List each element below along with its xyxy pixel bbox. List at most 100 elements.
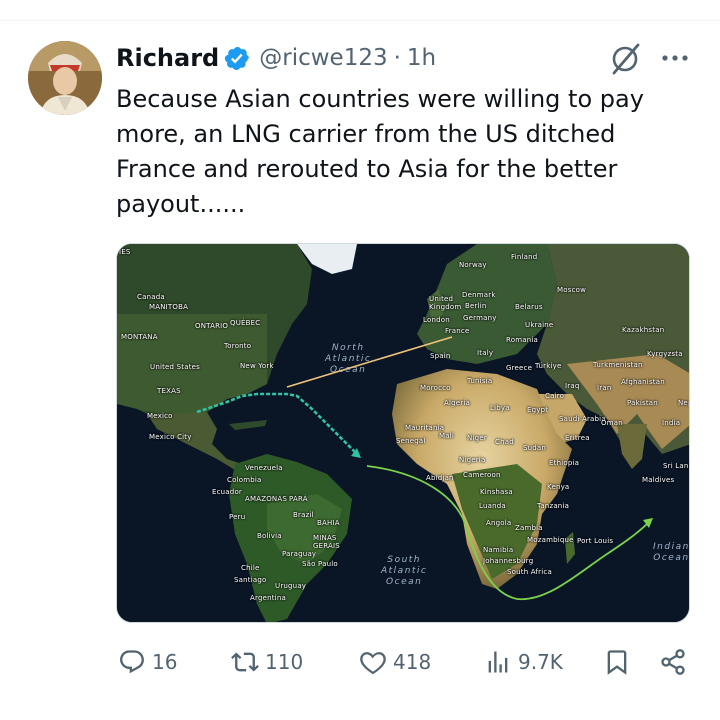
views-count: 9.7K [518, 650, 563, 674]
tweet[interactable]: Richard @ricwe123 · 1h Because Asian cou… [0, 0, 720, 720]
map-label: Denmark [462, 291, 496, 299]
map-label: Türkiye [535, 362, 562, 370]
map-label: Romania [506, 336, 539, 344]
map-label: Kazakhstan [622, 326, 665, 334]
share-button[interactable] [659, 648, 687, 676]
map-label: Ecuador [212, 488, 243, 496]
map-label: Uruguay [275, 582, 307, 590]
map-label: QUÉBEC [230, 319, 261, 327]
map-label: Cairo [545, 392, 565, 400]
tweet-media-map[interactable]: IES Canada MANITOBA ONTARIO QUÉBEC MONTA… [116, 243, 690, 623]
map-label: Oman [601, 419, 623, 427]
map-label: Moscow [557, 286, 587, 294]
map-label: India [662, 419, 681, 427]
map-label: Chile [241, 564, 260, 572]
map-label: BAHIA [317, 519, 340, 527]
map-label: Afghanistan [621, 378, 665, 386]
map-label: Spain [430, 352, 451, 360]
bookmark-button[interactable] [603, 648, 631, 676]
reply-button[interactable]: 16 [118, 648, 177, 676]
views-icon [484, 648, 512, 676]
map-label: Turkmenistan [593, 361, 643, 369]
bookmark-icon [603, 648, 631, 676]
map-ocean-label: Indian Ocean [653, 542, 690, 563]
map-label: MANITOBA [149, 303, 189, 311]
map-ocean-label: South Atlantic Ocean [381, 555, 428, 587]
reply-count: 16 [152, 650, 178, 674]
map-label: Greece [506, 364, 533, 372]
like-button[interactable]: 418 [359, 648, 431, 676]
map-label: Namibia [483, 546, 514, 554]
share-icon [659, 648, 687, 676]
map-label: Libya [490, 404, 510, 412]
map-label: Venezuela [245, 464, 283, 472]
map-label: Finland [511, 253, 538, 261]
map-label: Port Louis [577, 537, 614, 545]
map-label: Egypt [527, 406, 549, 414]
map-label: Morocco [420, 384, 451, 392]
map-label: Ethiopia [549, 459, 580, 467]
map-label: Nep [678, 399, 689, 407]
map-label: Kinshasa [480, 488, 513, 496]
map-label: Senegal [396, 437, 426, 445]
map-label: Belarus [515, 303, 543, 311]
map-label: AMAZONAS [245, 495, 287, 503]
map-label: ONTARIO [195, 322, 229, 330]
retweet-button[interactable]: 110 [231, 648, 303, 676]
avatar[interactable] [28, 41, 102, 115]
map-label: TEXAS [157, 387, 181, 395]
like-icon [359, 648, 387, 676]
map-label: Johannesburg [483, 557, 534, 565]
timestamp[interactable]: 1h [407, 45, 436, 71]
map-label: United States [150, 363, 201, 371]
map-label: Cameroon [463, 471, 501, 479]
map-label: Sudan [523, 444, 547, 452]
separator-dot: · [393, 45, 401, 71]
map-label: Peru [229, 513, 246, 521]
map-label: Iran [597, 384, 612, 392]
map-label: Abidjan [426, 474, 454, 482]
map-label: Argentina [250, 594, 286, 602]
more-icon[interactable] [658, 46, 692, 70]
retweet-icon [231, 648, 259, 676]
map-label: Mexico City [149, 433, 192, 441]
divider [0, 20, 720, 21]
map-label: United Kingdom [429, 295, 462, 311]
map-label: Saudi Arabia [559, 415, 606, 423]
map-label: Norway [459, 261, 487, 269]
map-label: France [445, 327, 470, 335]
grok-icon[interactable] [608, 40, 642, 76]
map-label: Niger [467, 434, 487, 442]
views-button[interactable]: 9.7K [484, 648, 563, 676]
reply-icon [118, 648, 146, 676]
map-ocean-label: North Atlantic Ocean [325, 343, 372, 375]
map-label: Mexico [147, 412, 173, 420]
map-label: Colombia [227, 476, 262, 484]
map-label: Canada [137, 293, 165, 301]
map-label: MONTANA [121, 333, 158, 341]
map-label: Maldives [642, 476, 675, 484]
map-label: Nigeria [459, 456, 486, 464]
map-label: Kenya [547, 483, 570, 491]
map-label: Santiago [234, 576, 267, 584]
map-label: Germany [463, 314, 497, 322]
like-count: 418 [393, 650, 432, 674]
author-name[interactable]: Richard [116, 44, 219, 72]
tweet-text: Because Asian countries were willing to … [116, 85, 644, 218]
verified-badge-icon [224, 45, 251, 72]
map-label: Mozambique [527, 536, 574, 544]
map-label: PARÁ [289, 495, 308, 503]
map-label: Paraguay [282, 550, 317, 558]
map-label: Eritrea [565, 434, 590, 442]
map-label: Brazil [293, 511, 314, 519]
tweet-header: Richard @ricwe123 · 1h [116, 40, 436, 76]
map-label: Chad [495, 438, 514, 446]
map-label: Kyrgyzsta [647, 350, 683, 358]
map-label: São Paulo [302, 560, 338, 568]
map-label: Zambia [515, 524, 543, 532]
map-label: New York [240, 362, 274, 370]
author-handle[interactable]: @ricwe123 [259, 45, 387, 71]
map-label: Ukraine [525, 321, 554, 329]
map-label: Bolivia [257, 532, 282, 540]
map-label: Luanda [479, 502, 506, 510]
